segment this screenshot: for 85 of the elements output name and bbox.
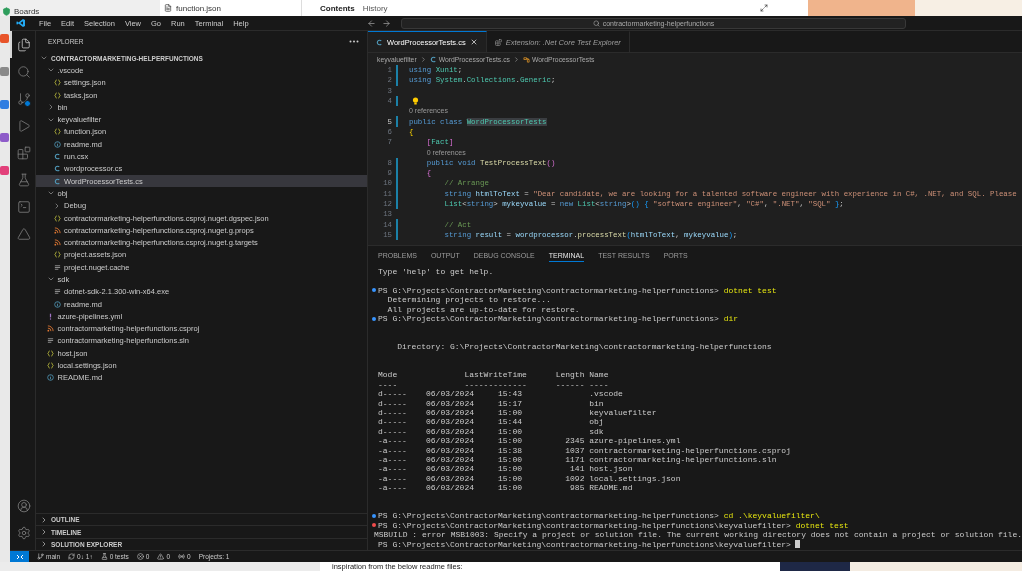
terminal-line: PS G:\Projects\ContractorMarketing\contractormarketing-helperfunctions\keyvaluefilter>	[378, 539, 791, 549]
rss-icon	[53, 226, 61, 234]
files-icon[interactable]	[16, 37, 31, 52]
terminal-line: d----- 06/03/2024 15:00 sdk	[378, 426, 604, 436]
page-tab[interactable]: History	[362, 3, 388, 13]
close-icon[interactable]	[469, 38, 478, 46]
lines-icon	[53, 263, 61, 271]
lines-icon	[53, 288, 61, 296]
terminal-line: -a---- 06/03/2024 15:38 1037 contractormarketing-helperfunctions.csproj	[378, 445, 791, 455]
error-icon	[136, 553, 144, 560]
terminal-line: PS G:\Projects\ContractorMarketing\contractormarketing-helperfunctions> cd .\keyvaluefilter\	[378, 511, 820, 521]
info-icon	[47, 374, 54, 382]
terminal-icon[interactable]	[16, 199, 31, 214]
back-arrow-icon[interactable]	[367, 18, 376, 28]
info-icon	[53, 300, 61, 308]
braces-icon	[53, 128, 61, 136]
lightbulb-icon[interactable]	[412, 97, 419, 106]
lines-icon	[47, 337, 54, 345]
csharp-icon	[376, 38, 383, 46]
expand-icon[interactable]	[760, 4, 768, 12]
terminal-line: MSBUILD : error MSB1003: Specify a project or solution file. The current working directory does not contain a project or solution file.	[373, 530, 1022, 540]
app-icon[interactable]	[0, 133, 9, 142]
terminal-line: Type 'help' to get help.	[378, 267, 494, 277]
terminal-line: All projects are up-to-date for restore.	[386, 304, 580, 314]
braces-icon	[53, 91, 61, 99]
chevron-right-icon	[419, 55, 427, 63]
terminal-line: -a---- 06/03/2024 15:00 141 host.json	[378, 464, 633, 474]
terminal-line: PS G:\Projects\ContractorMarketing\contractormarketing-helperfunctions\keyvaluefilter> dotnet test	[378, 520, 849, 530]
app-icon[interactable]	[0, 100, 9, 109]
braces-icon	[53, 251, 61, 259]
more-icon[interactable]	[349, 40, 359, 43]
warning-icon	[157, 553, 165, 560]
rss-icon	[53, 239, 61, 247]
remote-button[interactable]	[10, 551, 29, 562]
run-debug-icon[interactable]	[16, 118, 31, 133]
terminal-line: PS G:\Projects\ContractorMarketing\contractormarketing-helperfunctions> dotnet test	[378, 285, 777, 295]
extensions-icon	[494, 38, 502, 46]
exclamation-icon	[47, 312, 54, 320]
terminal-line: d----- 06/03/2024 15:00 keyvaluefilter	[378, 408, 657, 418]
branch-icon	[37, 553, 44, 560]
forward-arrow-icon[interactable]	[382, 18, 391, 28]
badge-icon	[24, 100, 31, 107]
terminal-line: d----- 06/03/2024 15:17 bin	[378, 398, 604, 408]
braces-icon	[53, 79, 61, 87]
info-icon	[53, 140, 61, 148]
sync-icon	[68, 553, 76, 560]
app-icon[interactable]	[0, 34, 9, 43]
terminal-line: -a---- 06/03/2024 15:00 1092 local.settings.json	[378, 473, 681, 483]
terminal-line: d----- 06/03/2024 15:44 obj	[378, 417, 604, 427]
search-icon	[592, 19, 600, 27]
terminal-line: Mode LastWriteTime Length Name	[378, 370, 609, 380]
class-icon	[522, 55, 530, 63]
terminal-line: -a---- 06/03/2024 15:00 1171 contractormarketing-helperfunctions.sln	[378, 455, 777, 464]
flask-icon	[100, 553, 108, 560]
app-icon[interactable]	[0, 166, 9, 175]
settings-icon[interactable]	[16, 525, 31, 540]
terminal-line: Determining projects to restore...	[386, 295, 551, 305]
terminal-line: PS G:\Projects\ContractorMarketing\contractormarketing-helperfunctions> dir	[378, 314, 739, 324]
page-tab[interactable]: Contents	[320, 3, 355, 13]
remote-icon	[15, 552, 24, 561]
braces-icon	[53, 214, 61, 222]
braces-icon	[47, 349, 54, 357]
source-control-icon[interactable]	[16, 91, 31, 106]
csharp-icon	[429, 55, 437, 63]
extensions-icon[interactable]	[16, 145, 31, 160]
braces-icon	[47, 362, 54, 370]
terminal-line: -a---- 06/03/2024 15:00 2345 azure-pipelines.yml	[378, 436, 681, 446]
chevron-right-icon	[512, 55, 520, 63]
ports-icon	[178, 553, 186, 560]
shield-icon	[2, 7, 11, 16]
account-icon[interactable]	[16, 498, 31, 513]
terminal-line: ---- ------------- ------ ----	[378, 379, 609, 389]
terminal-line: d----- 06/03/2024 15:43 .vscode	[378, 389, 623, 399]
app-title: Boards	[14, 7, 40, 16]
terminal-line: -a---- 06/03/2024 15:00 985 README.md	[378, 483, 633, 493]
vscode-logo-icon	[16, 18, 26, 28]
file-name: function.json	[176, 3, 221, 13]
flask-icon[interactable]	[16, 172, 31, 187]
rss-icon	[47, 325, 54, 333]
cursor	[794, 540, 800, 548]
terminal-line: Directory: G:\Projects\ContractorMarketing\contractormarketing-helperfunctions	[396, 342, 772, 352]
search-icon[interactable]	[16, 64, 31, 79]
file-icon	[164, 4, 173, 12]
azure-icon[interactable]	[16, 226, 31, 241]
app-icon[interactable]	[0, 67, 9, 76]
